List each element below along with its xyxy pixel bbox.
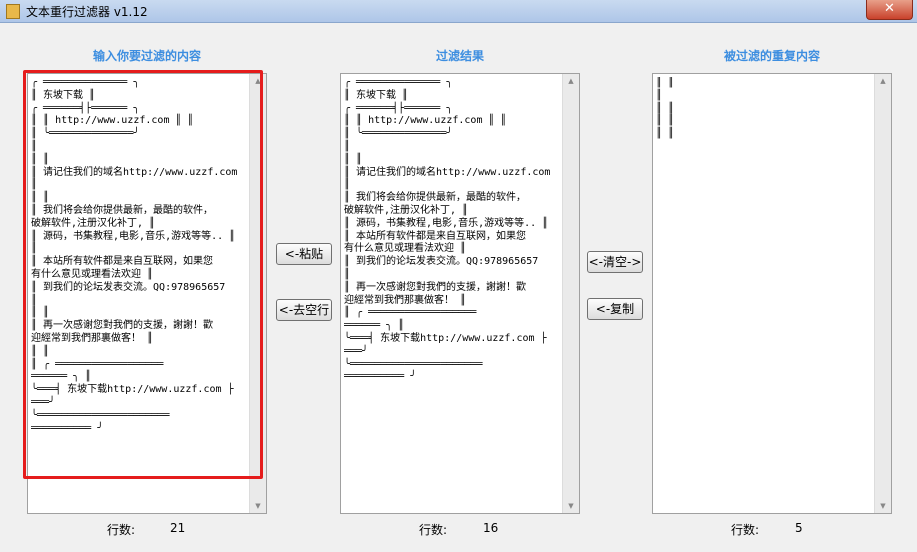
result-text: ╭ ══════════════ ╮ ║ 东坡下载 ║ ╭ ══════╡├══…	[344, 77, 551, 383]
scroll-up-arrow-icon[interactable]: ▲	[875, 74, 891, 88]
duplicate-line-count: 5	[795, 521, 803, 535]
scroll-down-arrow-icon[interactable]: ▼	[250, 499, 266, 513]
copy-button[interactable]: <-复制	[587, 298, 643, 320]
result-scrollbar[interactable]: ▲ ▼	[562, 74, 579, 513]
scroll-down-arrow-icon[interactable]: ▼	[875, 499, 891, 513]
result-column-label: 过滤结果	[435, 49, 484, 63]
input-line-count-label: 行数:	[107, 523, 136, 537]
input-scrollbar[interactable]: ▲ ▼	[249, 74, 266, 513]
duplicate-column-label: 被过滤的重复内容	[723, 49, 820, 63]
duplicate-line-count-label: 行数:	[731, 523, 760, 537]
input-line-count: 21	[170, 521, 186, 535]
app-icon	[6, 4, 20, 19]
input-text: ╭ ══════════════ ╮ ║ 东坡下载 ║ ╭ ══════╡├══…	[31, 77, 238, 434]
clear-button[interactable]: <-清空->	[587, 251, 643, 273]
result-line-count: 16	[483, 521, 499, 535]
duplicate-scrollbar[interactable]: ▲ ▼	[874, 74, 891, 513]
result-line-count-label: 行数:	[419, 523, 448, 537]
title-bar: 文本重行过滤器 v1.12 ✕	[0, 0, 917, 23]
result-textarea[interactable]: ╭ ══════════════ ╮ ║ 东坡下载 ║ ╭ ══════╡├══…	[340, 73, 580, 514]
scroll-up-arrow-icon[interactable]: ▲	[563, 74, 579, 88]
scroll-up-arrow-icon[interactable]: ▲	[250, 74, 266, 88]
scroll-down-arrow-icon[interactable]: ▼	[563, 499, 579, 513]
window-title: 文本重行过滤器 v1.12	[26, 5, 148, 19]
input-textarea[interactable]: ╭ ══════════════ ╮ ║ 东坡下载 ║ ╭ ══════╡├══…	[27, 73, 267, 514]
paste-button[interactable]: <-粘贴	[276, 243, 332, 265]
input-column-label: 输入你要过滤的内容	[92, 49, 201, 63]
duplicate-textarea[interactable]: ║ ║ ║ ║ ║ ║ ║ ║ ║ ▲ ▼	[652, 73, 892, 514]
remove-empty-lines-button[interactable]: <-去空行	[276, 299, 332, 321]
close-button[interactable]: ✕	[866, 0, 913, 20]
duplicate-text: ║ ║ ║ ║ ║ ║ ║ ║ ║	[656, 77, 675, 140]
